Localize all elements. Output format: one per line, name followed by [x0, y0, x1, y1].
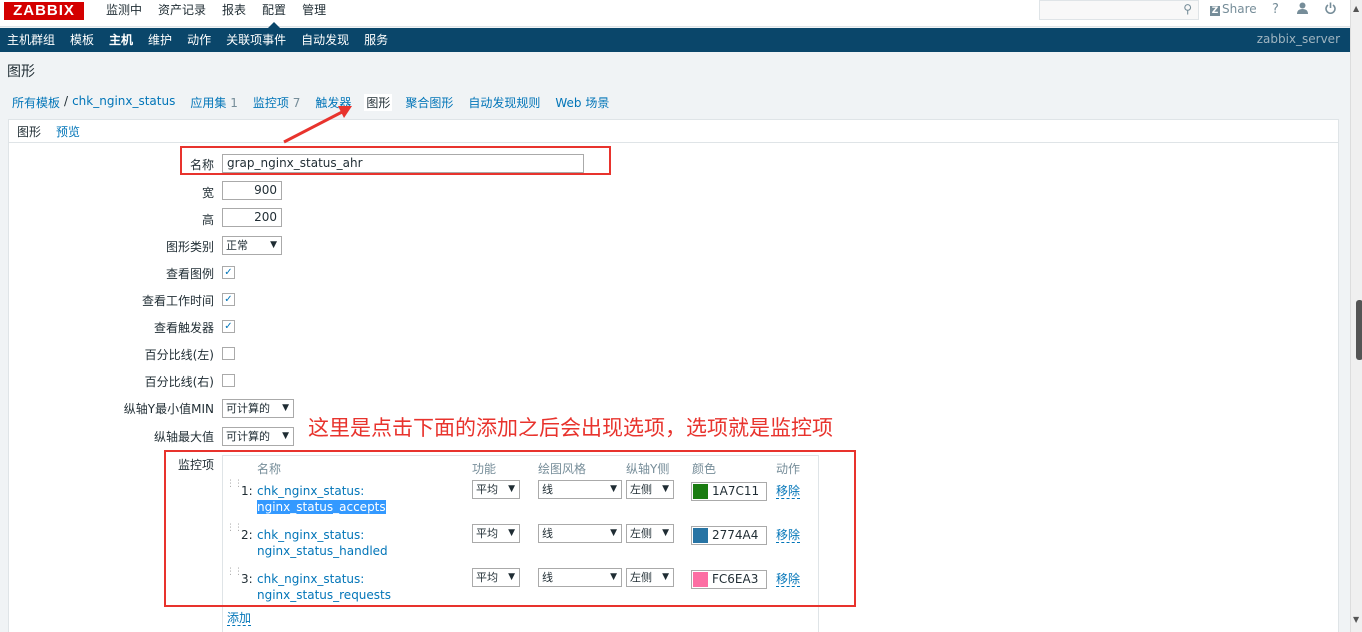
menu-monitoring[interactable]: 监测中: [98, 2, 150, 18]
menu-reports[interactable]: 报表: [214, 2, 254, 18]
breadcrumb-graphs[interactable]: 图形: [364, 94, 393, 111]
submenu-correlation[interactable]: 关联项事件: [219, 32, 294, 48]
breadcrumb-template[interactable]: chk_nginx_status: [72, 94, 175, 111]
scroll-up-icon[interactable]: ▲: [1353, 4, 1359, 13]
menu-configuration[interactable]: 配置: [254, 2, 294, 28]
height-label: 高: [201, 213, 214, 227]
show-triggers-checkbox[interactable]: ✓: [222, 320, 235, 333]
percentile-left-label: 百分比线(左): [144, 348, 214, 362]
breadcrumb-discovery-rules[interactable]: 自动发现规则: [468, 94, 540, 111]
width-label: 宽: [201, 186, 214, 200]
width-input[interactable]: 900: [222, 181, 282, 200]
percentile-left-checkbox[interactable]: [222, 347, 235, 360]
ymin-value: 可计算的: [226, 402, 270, 415]
scroll-down-icon[interactable]: ▼: [1353, 615, 1359, 624]
form-tabs: 图形 预览: [8, 119, 1339, 145]
height-input[interactable]: 200: [222, 208, 282, 227]
power-icon[interactable]: [1325, 2, 1336, 18]
breadcrumb-screens[interactable]: 聚合图形: [405, 94, 453, 111]
chevron-down-icon: ▼: [282, 403, 289, 413]
chevron-down-icon: ▼: [270, 240, 277, 250]
page-scrollbar[interactable]: ▲ ▼: [1350, 0, 1362, 632]
page-title: 图形: [7, 64, 35, 80]
tab-preview[interactable]: 预览: [56, 123, 80, 140]
search-input[interactable]: ⚲: [1039, 0, 1199, 20]
share-label: Share: [1222, 2, 1257, 16]
breadcrumb-applications[interactable]: 应用集 1: [190, 94, 237, 111]
show-legend-checkbox[interactable]: ✓: [222, 266, 235, 279]
submenu-services[interactable]: 服务: [357, 32, 396, 48]
breadcrumb-separator: /: [64, 94, 69, 108]
submenu-templates[interactable]: 模板: [63, 32, 102, 48]
submenu-host-groups[interactable]: 主机群组: [0, 32, 63, 48]
applications-count: 1: [230, 96, 238, 110]
submenu-discovery[interactable]: 自动发现: [294, 32, 357, 48]
ymin-select[interactable]: 可计算的 ▼: [222, 399, 294, 418]
top-menu: 监测中 资产记录 报表 配置 管理: [98, 2, 334, 28]
share-icon: Z: [1210, 6, 1220, 16]
help-icon[interactable]: ?: [1272, 2, 1279, 17]
show-triggers-label: 查看触发器: [153, 321, 214, 335]
search-icon[interactable]: ⚲: [1183, 2, 1192, 16]
graph-type-value: 正常: [226, 239, 248, 252]
graph-type-select[interactable]: 正常 ▼: [222, 236, 282, 255]
ymax-select[interactable]: 可计算的 ▼: [222, 427, 294, 446]
user-icon[interactable]: [1297, 2, 1308, 18]
show-legend-label: 查看图例: [165, 267, 214, 281]
menu-inventory[interactable]: 资产记录: [150, 2, 214, 18]
share-link[interactable]: Z Share: [1210, 2, 1257, 16]
annotation-box-name: [180, 146, 611, 175]
applications-label: 应用集: [190, 96, 227, 110]
ymin-label: 纵轴Y最小值MIN: [123, 402, 214, 416]
breadcrumb-all-templates[interactable]: 所有模板: [12, 94, 60, 111]
percentile-right-label: 百分比线(右): [144, 375, 214, 389]
scroll-thumb[interactable]: [1356, 300, 1362, 360]
server-name: zabbix_server: [1256, 32, 1340, 46]
top-bar: ZABBIX 监测中 资产记录 报表 配置 管理 ⚲ Z Share ?: [0, 0, 1350, 28]
breadcrumb-web-scenarios[interactable]: Web 场景: [555, 94, 609, 111]
add-item-link[interactable]: 添加: [227, 612, 252, 626]
graph-type-label: 图形类别: [165, 240, 214, 254]
ymax-label: 纵轴最大值: [153, 430, 214, 444]
sub-menu-bar: 主机群组 模板 主机 维护 动作 关联项事件 自动发现 服务 zabbix_se…: [0, 28, 1350, 52]
ymax-value: 可计算的: [226, 430, 270, 443]
menu-administration[interactable]: 管理: [294, 2, 334, 18]
show-working-time-label: 查看工作时间: [141, 294, 214, 308]
submenu-maintenance[interactable]: 维护: [141, 32, 180, 48]
percentile-right-checkbox[interactable]: [222, 374, 235, 387]
sub-menu: 主机群组 模板 主机 维护 动作 关联项事件 自动发现 服务: [0, 32, 396, 48]
submenu-actions[interactable]: 动作: [180, 32, 219, 48]
annotation-text: 这里是点击下面的添加之后会出现选项，选项就是监控项: [308, 416, 833, 440]
chevron-down-icon: ▼: [282, 431, 289, 441]
annotation-arrow: [283, 106, 352, 144]
submenu-hosts[interactable]: 主机: [102, 32, 141, 48]
show-working-time-checkbox[interactable]: ✓: [222, 293, 235, 306]
zabbix-logo[interactable]: ZABBIX: [4, 2, 84, 20]
annotation-box-items: [164, 450, 856, 607]
